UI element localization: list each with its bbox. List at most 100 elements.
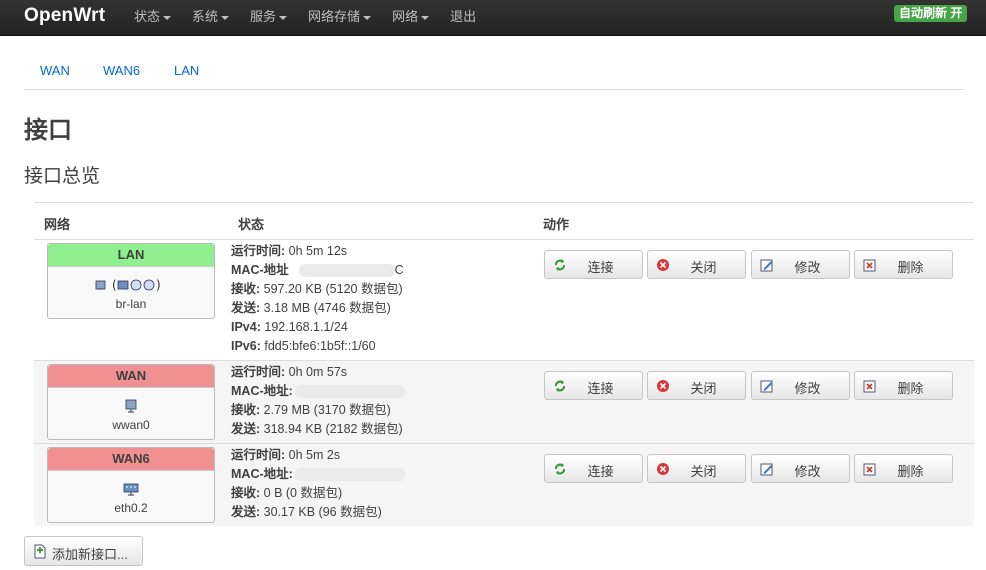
brand-logo[interactable]: OpenWrt xyxy=(24,5,105,27)
switch-port-icon xyxy=(48,481,214,499)
stop-label: 关闭 xyxy=(690,464,717,479)
uptime-label: 运行时间: xyxy=(231,448,286,462)
connect-label: 连接 xyxy=(587,381,614,396)
rx-label: 接收: xyxy=(231,282,261,296)
chevron-down-icon xyxy=(163,15,172,20)
menu-nas-label: 网络存储 xyxy=(308,9,361,24)
interface-tabs: WAN WAN6 LAN xyxy=(24,54,964,90)
mac-tail: C xyxy=(394,263,404,277)
page-title: 接口 xyxy=(24,117,72,144)
delete-button[interactable]: 删除 xyxy=(854,250,953,279)
ipv6-value: fdd5:bfe6:1b5f::1/60 xyxy=(264,339,376,353)
bridge-icons: ( ) xyxy=(48,277,214,295)
add-interface-label: 添加新接口... xyxy=(52,547,128,562)
tx-label: 发送: xyxy=(231,422,261,436)
edit-label: 修改 xyxy=(794,464,821,479)
interface-name: LAN xyxy=(48,244,214,267)
delete-label: 删除 xyxy=(897,381,924,396)
header-status: 状态 xyxy=(238,217,265,232)
tx-value: 318.94 KB (2182 数据包) xyxy=(263,422,403,436)
edit-label: 修改 xyxy=(794,260,821,275)
uptime-value: 0h 5m 12s xyxy=(288,244,348,258)
connect-button[interactable]: 连接 xyxy=(544,454,643,483)
bridge-ports-icon: ( ) xyxy=(95,278,161,292)
interface-status-lan: 运行时间: 0h 5m 12s MAC-地址 C 接收: 597.20 KB (5… xyxy=(231,242,404,356)
table-header: 网络 状态 动作 xyxy=(34,202,974,240)
table-row-lan: LAN ( ) br-lan 运行时间: 0h 5m 12s MAC-地址 C 接… xyxy=(34,240,974,361)
menu-services-label: 服务 xyxy=(250,9,277,24)
header-actions: 动作 xyxy=(543,217,570,232)
ipv4-label: IPv4: xyxy=(231,320,261,334)
ipv4-value: 192.168.1.1/24 xyxy=(264,320,348,334)
svg-text:(: ( xyxy=(112,278,117,292)
interface-status-wan: 运行时间: 0h 0m 57s MAC-地址: 接收: 2.79 MB (317… xyxy=(231,363,405,439)
connect-button[interactable]: 连接 xyxy=(544,250,643,279)
section-title: 接口总览 xyxy=(24,166,101,187)
stop-label: 关闭 xyxy=(690,381,717,396)
interface-name: WAN6 xyxy=(48,448,214,471)
interface-badge-lan[interactable]: LAN ( ) br-lan xyxy=(47,243,215,319)
menu-network-label: 网络 xyxy=(392,9,419,24)
menu-status[interactable]: 状态 xyxy=(134,0,172,36)
header-network: 网络 xyxy=(44,217,71,232)
delete-button[interactable]: 删除 xyxy=(854,454,953,483)
menu-logout[interactable]: 退出 xyxy=(450,0,476,36)
top-navbar: OpenWrt 状态 系统 服务 网络存储 网络 退出 自动刷新 开 xyxy=(0,0,986,36)
interface-badge-wan[interactable]: WAN wwan0 xyxy=(47,364,215,440)
delete-button[interactable]: 删除 xyxy=(854,371,953,400)
chevron-down-icon xyxy=(279,15,288,20)
ipv6-label: IPv6: xyxy=(231,339,261,353)
main-menu: 状态 系统 服务 网络存储 网络 退出 xyxy=(134,0,497,36)
tab-wan[interactable]: WAN xyxy=(40,63,70,78)
rx-value: 597.20 KB (5120 数据包) xyxy=(263,282,403,296)
interface-badge-wan6[interactable]: WAN6 eth0.2 xyxy=(47,447,215,523)
svg-text:): ) xyxy=(156,278,161,292)
menu-network[interactable]: 网络 xyxy=(392,0,430,36)
chevron-down-icon xyxy=(221,15,230,20)
chevron-down-icon xyxy=(421,15,430,20)
chevron-down-icon xyxy=(363,15,372,20)
menu-system-label: 系统 xyxy=(192,9,219,24)
edit-button[interactable]: 修改 xyxy=(751,454,850,483)
menu-nas[interactable]: 网络存储 xyxy=(308,0,372,36)
uptime-label: 运行时间: xyxy=(231,244,286,258)
connect-label: 连接 xyxy=(587,464,614,479)
ethernet-port-icon xyxy=(48,398,214,416)
stop-button[interactable]: 关闭 xyxy=(647,454,746,483)
menu-logout-label: 退出 xyxy=(450,9,477,24)
menu-system[interactable]: 系统 xyxy=(192,0,230,36)
connect-label: 连接 xyxy=(587,260,614,275)
mac-label: MAC-地址: xyxy=(231,384,293,398)
stop-button[interactable]: 关闭 xyxy=(647,371,746,400)
mac-redacted xyxy=(294,468,405,482)
table-row-wan6: WAN6 eth0.2 运行时间: 0h 5m 2s MAC-地址: 接收: 0… xyxy=(34,444,974,526)
tab-wan6[interactable]: WAN6 xyxy=(103,63,140,78)
edit-button[interactable]: 修改 xyxy=(751,250,850,279)
rx-label: 接收: xyxy=(231,403,261,417)
tx-value: 3.18 MB (4746 数据包) xyxy=(263,301,391,315)
device-name: wwan0 xyxy=(112,418,150,432)
delete-label: 删除 xyxy=(897,464,924,479)
uptime-value: 0h 5m 2s xyxy=(288,448,341,462)
tx-label: 发送: xyxy=(231,301,261,315)
mac-label: MAC-地址 xyxy=(231,263,289,277)
device-name: br-lan xyxy=(115,297,147,311)
mac-redacted xyxy=(294,385,405,399)
tab-lan[interactable]: LAN xyxy=(174,63,199,78)
connect-button[interactable]: 连接 xyxy=(544,371,643,400)
stop-button[interactable]: 关闭 xyxy=(647,250,746,279)
add-interface-button[interactable]: 添加新接口... xyxy=(24,536,143,566)
edit-button[interactable]: 修改 xyxy=(751,371,850,400)
device-name: eth0.2 xyxy=(114,501,148,515)
uptime-label: 运行时间: xyxy=(231,365,286,379)
interface-name: WAN xyxy=(48,365,214,388)
mac-label: MAC-地址: xyxy=(231,467,293,481)
autorefresh-toggle[interactable]: 自动刷新 开 xyxy=(894,5,968,22)
stop-label: 关闭 xyxy=(690,260,717,275)
rx-value: 2.79 MB (3170 数据包) xyxy=(263,403,391,417)
menu-services[interactable]: 服务 xyxy=(250,0,288,36)
uptime-value: 0h 0m 57s xyxy=(288,365,348,379)
rx-value: 0 B (0 数据包) xyxy=(263,486,343,500)
add-icon xyxy=(34,544,46,559)
menu-status-label: 状态 xyxy=(134,9,161,24)
